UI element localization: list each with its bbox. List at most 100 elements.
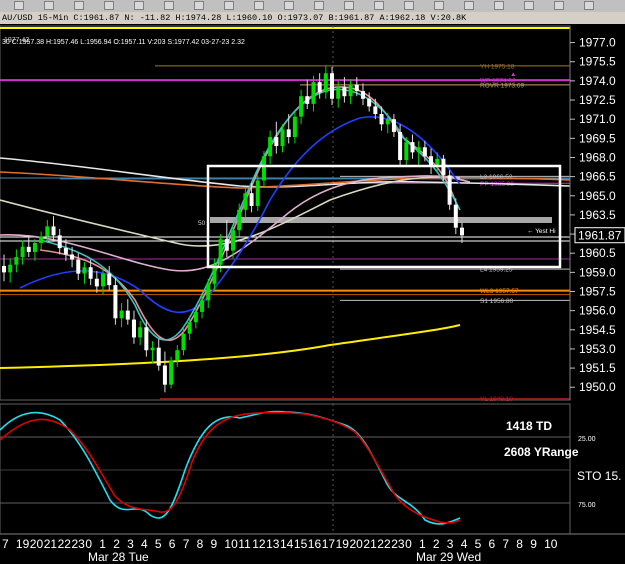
time-tick-label: 14 (280, 537, 294, 551)
time-tick-label: 19 (16, 537, 30, 551)
candle-body (45, 226, 50, 237)
candle-body (101, 273, 106, 287)
indicator-panel-frame (0, 403, 571, 535)
candle-body (422, 147, 427, 157)
time-tick-label: 10 (224, 537, 238, 551)
candle-body (156, 347, 161, 366)
time-tick-label: 6 (169, 537, 176, 551)
price-tick-label: 1966.5 (579, 170, 616, 184)
time-tick-label: 9 (530, 537, 537, 551)
candle-body (206, 283, 211, 301)
yest-hi-label: ← Yest Hi (527, 228, 556, 235)
candle-body (367, 98, 372, 107)
price-chart[interactable]: 30 C:1957.38 H:1957.46 L:1956.94 O:1957.… (0, 0, 625, 564)
candle-body (261, 156, 266, 181)
ma-yellow-200 (0, 324, 461, 369)
candle-body (348, 84, 353, 97)
candle-body (354, 84, 359, 92)
time-tick-label: 21 (363, 537, 377, 551)
time-tick-label: 22 (58, 537, 72, 551)
time-tick-label: 8 (516, 537, 523, 551)
candle-body (187, 322, 192, 334)
td-annotation: 1418 TD (506, 419, 552, 433)
candle-body (360, 91, 365, 99)
candle-body (416, 147, 421, 153)
candle-body (26, 246, 31, 252)
time-tick-label: 5 (475, 537, 482, 551)
candle-body (268, 137, 273, 157)
price-tick-label: 1959.0 (579, 265, 616, 279)
level-label: S1 1956.80 (480, 298, 514, 305)
price-tick-label: 1960.5 (579, 246, 616, 260)
candle-body (144, 327, 149, 351)
last-price-label: 1961.87 (578, 229, 622, 243)
level-label: ROVR 1973.69 (480, 82, 524, 89)
time-tick-label: 21 (44, 537, 58, 551)
time-tick-label: 6 (489, 537, 496, 551)
time-tick-label: 22 (377, 537, 391, 551)
time-tick-label: 3 (127, 537, 134, 551)
time-tick-label: 0 (405, 537, 412, 551)
yrange-annotation: 2608 YRange (504, 445, 579, 459)
time-tick-label: 9 (211, 537, 218, 551)
candle-body (286, 129, 291, 138)
candle-body (404, 142, 409, 161)
candle-body (181, 333, 186, 351)
candle-body (175, 350, 180, 361)
candle-body (447, 175, 452, 205)
candle-body (138, 327, 143, 338)
candle-body (311, 82, 316, 104)
time-tick-label: 16 (308, 537, 322, 551)
candle-body (51, 226, 56, 236)
candle-body (150, 347, 155, 351)
time-tick-label: 15 (294, 537, 308, 551)
time-tick-label: 1 (99, 537, 106, 551)
candle-body (39, 236, 44, 243)
time-tick-label: 7 (2, 537, 9, 551)
candle-body (280, 129, 285, 146)
candle-body (8, 264, 13, 273)
candle-body (336, 87, 341, 99)
price-tick-label: 1974.0 (579, 74, 616, 88)
price-tick-label: 1975.5 (579, 55, 616, 69)
price-tick-label: 1963.5 (579, 208, 616, 222)
time-tick-label: 4 (141, 537, 148, 551)
level-label: YL 1949.10 (480, 396, 513, 403)
candle-body (237, 209, 242, 231)
time-tick-label: 2 (113, 537, 120, 551)
candle-body (125, 310, 130, 320)
candle-body (2, 265, 6, 273)
time-tick-label: 7 (183, 537, 190, 551)
price-tick-label: 1957.5 (579, 285, 616, 299)
candle-body (231, 230, 235, 251)
candle-body (32, 242, 37, 252)
price-tick-label: 1951.5 (579, 361, 616, 375)
candle-body (131, 319, 136, 338)
price-tick-label: 1954.5 (579, 323, 616, 337)
candle-body (82, 267, 87, 274)
time-tick-label: 20 (350, 537, 364, 551)
candle-body (398, 131, 403, 161)
time-tick-label: 2 (433, 537, 440, 551)
time-tick-label: 1 (419, 537, 426, 551)
candle-body (88, 267, 93, 279)
candle-body (317, 82, 322, 93)
candle-body (193, 311, 198, 323)
candle-body (63, 248, 68, 255)
price-tick-label: 1968.0 (579, 150, 616, 164)
candle-body (57, 235, 62, 249)
time-tick-label: 17 (322, 537, 336, 551)
candle-body (20, 246, 25, 258)
candle-body (113, 285, 118, 319)
candle-body (330, 73, 335, 99)
candle-body (305, 96, 310, 104)
candle-body (379, 114, 384, 125)
price-tick-label: 1972.5 (579, 93, 616, 107)
price-tick-label: 1965.0 (579, 189, 616, 203)
sto-tick-label: 25.00 (578, 436, 596, 443)
candle-body (292, 116, 297, 138)
time-tick-label: 19 (336, 537, 350, 551)
candle-body (385, 119, 390, 125)
price-tick-label: 1956.0 (579, 304, 616, 318)
candle-body (218, 239, 223, 265)
